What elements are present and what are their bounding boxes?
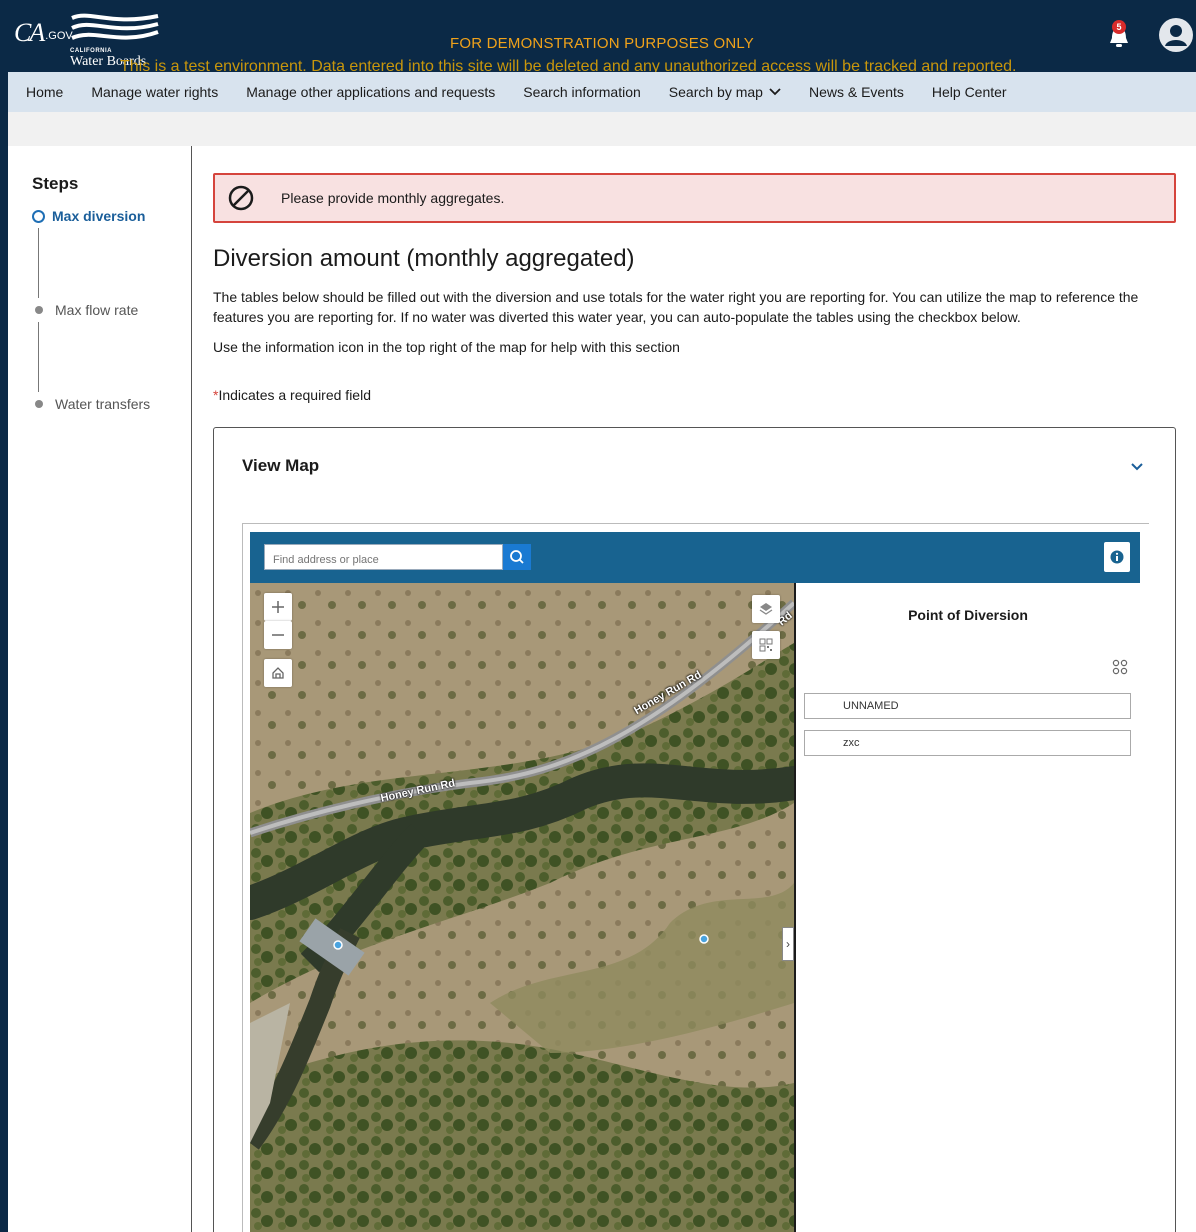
point-of-diversion-item[interactable]: UNNAMED <box>804 693 1131 719</box>
page-title: Diversion amount (monthly aggregated) <box>213 245 635 272</box>
minus-icon <box>272 634 284 636</box>
section-description: The tables below should be filled out wi… <box>213 289 1139 325</box>
error-alert: Please provide monthly aggregates. <box>213 173 1176 223</box>
layers-icon <box>759 603 773 615</box>
step-max-flow-rate[interactable]: Max flow rate <box>32 302 138 318</box>
basemap-button[interactable] <box>752 595 780 623</box>
nav-search-by-map-label: Search by map <box>668 84 763 100</box>
user-silhouette-icon <box>1165 25 1187 46</box>
map-info-button[interactable] <box>1104 542 1130 572</box>
zoom-out-button[interactable] <box>264 621 292 649</box>
nav-manage-other-applications[interactable]: Manage other applications and requests <box>246 84 495 100</box>
step-max-diversion[interactable]: Max diversion <box>32 208 145 224</box>
home-button[interactable] <box>264 659 292 687</box>
nav-search-by-map[interactable]: Search by map <box>669 84 781 100</box>
grid-view-icon[interactable] <box>1112 659 1128 675</box>
point-of-diversion-item[interactable]: zxc <box>804 730 1131 756</box>
nav-search-information[interactable]: Search information <box>523 84 641 100</box>
map-search-button[interactable] <box>503 544 531 570</box>
prohibited-icon <box>228 185 254 211</box>
sub-bar <box>8 112 1196 146</box>
view-map-panel: View Map Find address or place Honey Run… <box>213 427 1176 1232</box>
step-active-indicator-icon <box>32 209 45 223</box>
alert-message: Please provide monthly aggregates. <box>281 190 505 206</box>
search-icon <box>510 550 524 564</box>
chevron-down-icon <box>769 88 781 96</box>
map-search-input[interactable] <box>264 544 503 570</box>
info-icon <box>1110 550 1124 564</box>
required-field-note: *Indicates a required field <box>213 387 371 403</box>
nav-manage-water-rights[interactable]: Manage water rights <box>91 84 218 100</box>
site-header: CA .GOV CALIFORNIA Water Boards FOR DEMON… <box>8 4 1196 75</box>
required-field-text: Indicates a required field <box>218 387 371 403</box>
step-label: Max flow rate <box>55 302 139 318</box>
nav-news-events[interactable]: News & Events <box>809 84 904 100</box>
ca-gov-logo[interactable]: CA .GOV <box>14 18 73 48</box>
nav-home[interactable]: Home <box>26 84 63 100</box>
point-of-diversion-title: Point of Diversion <box>908 607 1028 623</box>
plus-icon <box>272 601 284 613</box>
qr-button[interactable] <box>752 631 780 659</box>
map-help-note: Use the information icon in the top righ… <box>213 339 680 355</box>
main-content: Steps Max diversion Max flow rate Water … <box>8 146 1196 1232</box>
notification-badge: 5 <box>1112 20 1126 34</box>
point-of-diversion-panel: Point of Diversion UNNAMED zxc <box>796 583 1140 1232</box>
step-connector <box>38 228 39 298</box>
step-connector <box>38 322 39 392</box>
map-widget: Honey Run Rd Honey Run Rd Rd <box>242 523 1149 1232</box>
satellite-map[interactable]: Honey Run Rd Honey Run Rd Rd › <box>250 583 794 1232</box>
home-icon <box>272 667 284 679</box>
water-waves-icon <box>71 13 159 40</box>
nav-help-center[interactable]: Help Center <box>932 84 1007 100</box>
main-nav: Home Manage water rights Manage other ap… <box>8 72 1196 112</box>
satellite-imagery <box>250 583 794 1232</box>
zoom-in-button[interactable] <box>264 593 292 621</box>
map-toolbar <box>250 532 1140 583</box>
demo-banner: FOR DEMONSTRATION PURPOSES ONLY <box>450 35 755 52</box>
chevron-down-icon[interactable] <box>1127 456 1147 476</box>
expand-panel-button[interactable]: › <box>782 927 794 961</box>
user-avatar-icon[interactable] <box>1159 18 1193 52</box>
steps-title: Steps <box>32 174 79 193</box>
ca-gov-logo-text: CA <box>14 18 45 47</box>
step-label: Max diversion <box>52 208 146 224</box>
qr-code-icon <box>759 638 773 652</box>
step-water-transfers[interactable]: Water transfers <box>32 396 150 412</box>
step-label: Water transfers <box>55 396 151 412</box>
steps-divider <box>191 146 192 1232</box>
step-pending-indicator-icon <box>35 306 43 314</box>
view-map-title[interactable]: View Map <box>242 456 319 476</box>
step-pending-indicator-icon <box>35 400 43 408</box>
